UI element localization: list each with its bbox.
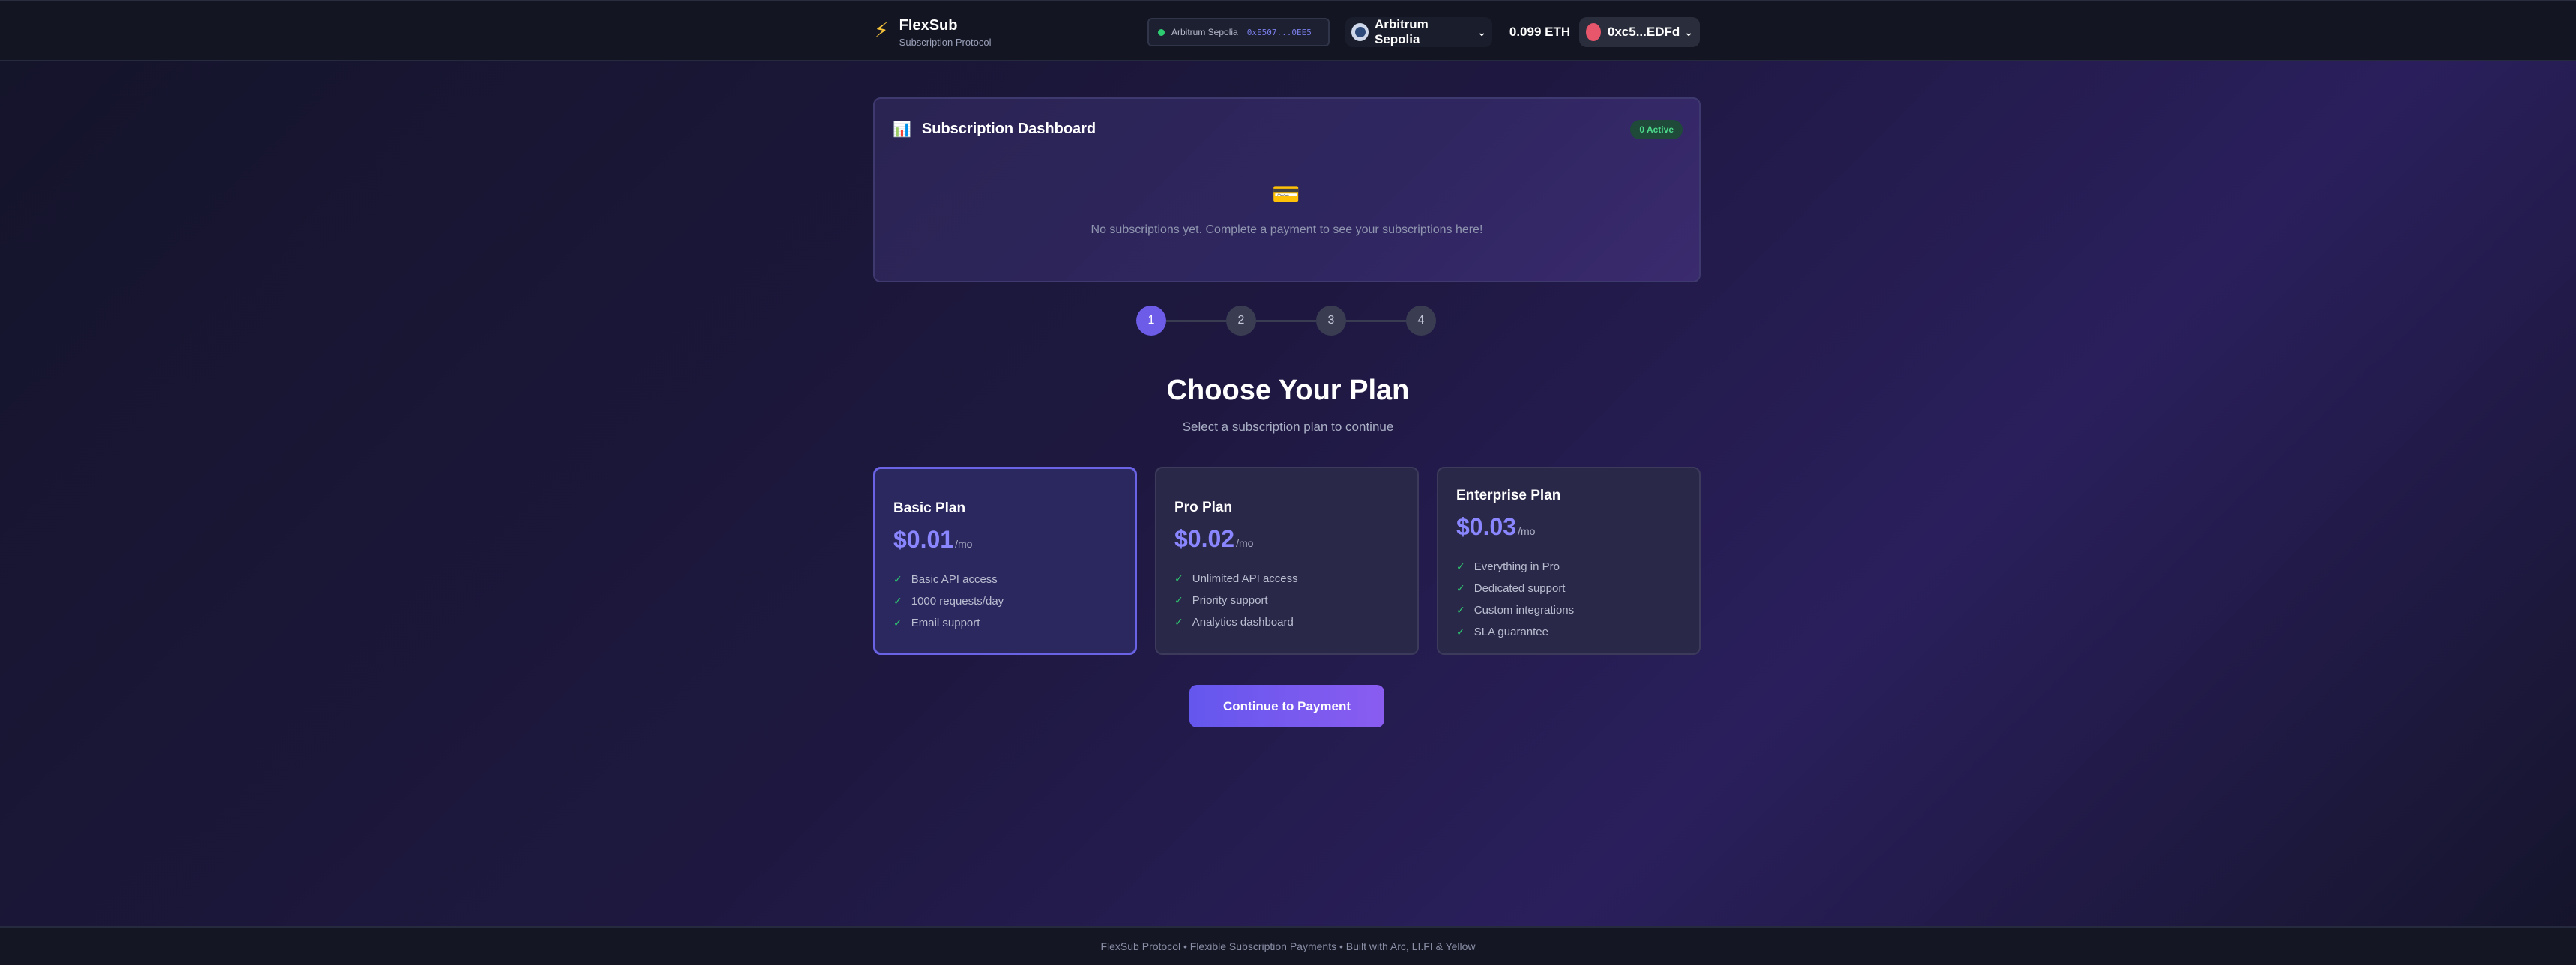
plan-name: Pro Plan: [1174, 500, 1233, 515]
step-1: 1: [1136, 306, 1166, 336]
check-icon: ✓: [893, 595, 902, 607]
plan-name: Basic Plan: [893, 500, 966, 516]
feature-item: ✓ Priority support: [1174, 590, 1399, 611]
feature-text: SLA guarantee: [1473, 626, 1548, 638]
top-navbar: ⚡ FlexSub Subscription Protocol Arbitrum…: [0, 0, 2576, 61]
plan-card-enterprise[interactable]: Enterprise Plan $0.03 /mo ✓ Everything in…: [1437, 467, 1701, 655]
feature-text: Analytics dashboard: [1192, 616, 1294, 629]
check-icon: ✓: [1456, 626, 1465, 638]
plan-card-basic[interactable]: Basic Plan $0.01 /mo ✓ Basic API access ✓…: [873, 467, 1137, 655]
check-icon: ✓: [1456, 560, 1465, 572]
check-icon: ✓: [1174, 616, 1183, 628]
feature-text: Unlimited API access: [1192, 572, 1298, 585]
network-status-pill: Arbitrum Sepolia 0xE507...0EE5: [1147, 18, 1330, 46]
feature-item: ✓ Email support: [893, 612, 1117, 634]
step-connector: [1256, 320, 1316, 322]
brand-title: FlexSub: [899, 17, 958, 34]
plan-card-pro[interactable]: Pro Plan $0.02 /mo ✓ Unlimited API access…: [1155, 467, 1419, 655]
chevron-down-icon: ⌄: [1477, 25, 1486, 38]
plan-name: Enterprise Plan: [1456, 488, 1561, 503]
chevron-down-icon: ⌄: [1684, 25, 1693, 38]
status-dot-icon: [1158, 28, 1165, 36]
feature-item: ✓ Unlimited API access: [1174, 568, 1399, 590]
brand-text: FlexSub Subscription Protocol: [899, 16, 992, 49]
credit-card-icon: 💳: [1272, 182, 1300, 207]
progress-stepper: 1 2 3 4: [1136, 306, 1438, 337]
step-connector: [1166, 320, 1226, 322]
step-3: 3: [1316, 306, 1346, 336]
feature-item: ✓ Dedicated support: [1456, 578, 1681, 599]
feature-item: ✓ Analytics dashboard: [1174, 611, 1399, 633]
feature-text: Everything in Pro: [1473, 560, 1560, 573]
price-amount: $0.01: [893, 526, 954, 553]
price-period: /mo: [1518, 525, 1536, 537]
brand-subtitle: Subscription Protocol: [899, 37, 992, 48]
check-icon: ✓: [1174, 594, 1183, 606]
price-period: /mo: [1236, 537, 1254, 549]
feature-list: ✓ Basic API access ✓ 1000 requests/day ✓ Em…: [893, 569, 1117, 634]
price-period: /mo: [955, 538, 973, 550]
check-icon: ✓: [1456, 582, 1465, 594]
page-title: Choose Your Plan: [1166, 375, 1410, 406]
feature-text: Custom integrations: [1473, 604, 1575, 617]
feature-item: ✓ SLA guarantee: [1456, 621, 1681, 643]
dashboard-title: 📊 Subscription Dashboard: [893, 120, 1096, 139]
avatar: [1586, 23, 1601, 41]
price-amount: $0.03: [1456, 513, 1517, 540]
price-amount: $0.02: [1174, 525, 1235, 552]
account-address: 0xc5...EDFd: [1607, 25, 1680, 39]
plan-price: $0.02 /mo: [1174, 525, 1399, 553]
active-count-badge: 0 Active: [1630, 120, 1683, 139]
feature-text: Email support: [911, 617, 980, 629]
page-subtitle: Select a subscription plan to continue: [1182, 420, 1394, 434]
bar-chart-icon: 📊: [893, 121, 911, 138]
subscription-dashboard-card: 📊 Subscription Dashboard 0 Active 💳 No s…: [873, 97, 1701, 282]
footer: FlexSub Protocol • Flexible Subscription…: [0, 926, 2576, 965]
feature-text: Dedicated support: [1473, 582, 1566, 595]
plan-price: $0.03 /mo: [1456, 513, 1681, 541]
feature-list: ✓ Everything in Pro ✓ Dedicated support ✓ C…: [1456, 556, 1681, 643]
wallet-balance[interactable]: 0.099 ETH: [1504, 17, 1575, 47]
feature-text: 1000 requests/day: [911, 595, 1004, 608]
contract-address: 0xE507...0EE5: [1246, 27, 1312, 37]
feature-item: ✓ 1000 requests/day: [893, 590, 1117, 612]
plan-price: $0.01 /mo: [893, 526, 1117, 554]
step-4: 4: [1406, 306, 1436, 336]
feature-item: ✓ Everything in Pro: [1456, 556, 1681, 578]
feature-text: Priority support: [1192, 594, 1268, 607]
step-connector: [1346, 320, 1406, 322]
check-icon: ✓: [893, 573, 902, 585]
check-icon: ✓: [1174, 572, 1183, 584]
network-status-label: Arbitrum Sepolia: [1171, 27, 1238, 37]
continue-to-payment-button[interactable]: Continue to Payment: [1189, 685, 1384, 727]
check-icon: ✓: [893, 617, 902, 629]
arbitrum-logo-icon: [1351, 23, 1369, 41]
brand[interactable]: ⚡ FlexSub Subscription Protocol: [874, 16, 992, 49]
feature-text: Basic API access: [911, 573, 998, 586]
dashboard-title-text: Subscription Dashboard: [921, 121, 1097, 137]
chain-selector-button[interactable]: Arbitrum Sepolia ⌄: [1345, 17, 1492, 47]
feature-item: ✓ Custom integrations: [1456, 599, 1681, 621]
chain-selector-label: Arbitrum Sepolia: [1375, 17, 1429, 46]
check-icon: ✓: [1456, 604, 1465, 616]
feature-list: ✓ Unlimited API access ✓ Priority support …: [1174, 568, 1399, 633]
empty-state-text: No subscriptions yet. Complete a payment…: [1091, 223, 1483, 236]
bolt-icon: ⚡: [874, 19, 889, 42]
footer-text: FlexSub Protocol • Flexible Subscription…: [1100, 940, 1476, 952]
step-2: 2: [1226, 306, 1256, 336]
feature-item: ✓ Basic API access: [893, 569, 1117, 590]
account-button[interactable]: 0xc5...EDFd ⌄: [1579, 17, 1700, 47]
